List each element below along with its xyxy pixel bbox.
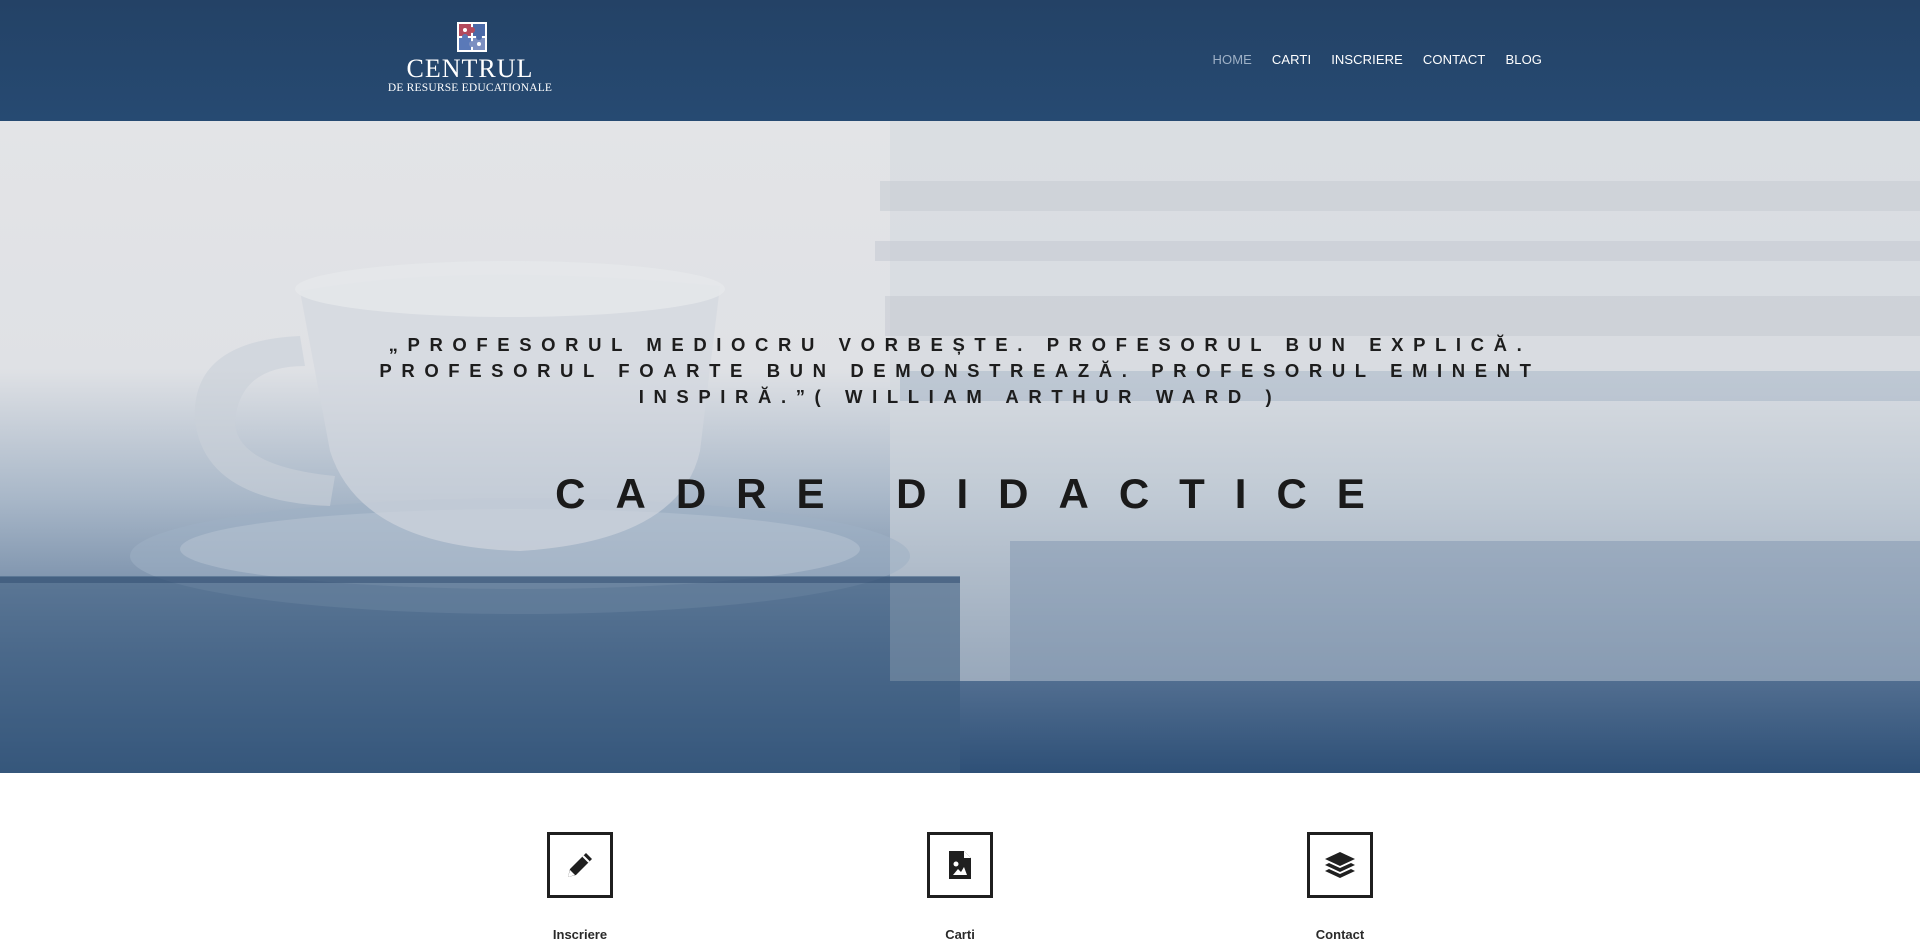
feature-carti[interactable]: Carti (860, 832, 1060, 943)
feature-label: Contact (1315, 927, 1365, 942)
feature-label: Carti (945, 927, 975, 942)
nav-item-home[interactable]: HOME (1213, 51, 1252, 69)
feature-contact[interactable]: Contact (1240, 832, 1440, 943)
nav-item-blog[interactable]: BLOG (1505, 51, 1542, 69)
site-logo[interactable]: Centrul de Resurse Educationale (378, 20, 562, 96)
feature-inscriere[interactable]: Inscriere (480, 832, 680, 943)
logo-subtitle: de Resurse Educationale (387, 82, 553, 94)
hero-section: „Profesorul mediocru vorbește. Profesoru… (0, 121, 1920, 773)
layers-icon (1325, 852, 1355, 878)
hero-quote: „Profesorul mediocru vorbește. Profesoru… (360, 332, 1560, 410)
puzzle-logo-icon (457, 22, 487, 52)
pencil-icon (568, 853, 592, 877)
logo-title: Centrul (406, 54, 534, 83)
feature-label: Inscriere (552, 927, 608, 942)
hero-title: CADRE DIDACTICE (555, 470, 1395, 517)
nav-item-contact[interactable]: CONTACT (1423, 51, 1486, 69)
feature-icon-box[interactable] (547, 832, 613, 898)
hero-background-image (0, 121, 1920, 773)
main-nav: HOME CARTI INSCRIERE CONTACT BLOG (1213, 51, 1542, 69)
hero-quote-line-3: inspiră.”( William Arthur Ward ) (638, 386, 1282, 407)
site-header: Centrul de Resurse Educationale HOME CAR… (0, 0, 1920, 121)
image-file-icon (949, 851, 971, 879)
hero-quote-line-1: „Profesorul mediocru vorbește. Profesoru… (388, 334, 1532, 355)
feature-icon-box[interactable] (1307, 832, 1373, 898)
nav-item-inscriere[interactable]: INSCRIERE (1331, 51, 1403, 69)
features-section: Inscriere Carti Contact (0, 773, 1920, 942)
nav-item-carti[interactable]: CARTI (1272, 51, 1311, 69)
feature-icon-box[interactable] (927, 832, 993, 898)
hero-quote-line-2: Profesorul foarte bun demonstrează. Prof… (379, 360, 1541, 381)
